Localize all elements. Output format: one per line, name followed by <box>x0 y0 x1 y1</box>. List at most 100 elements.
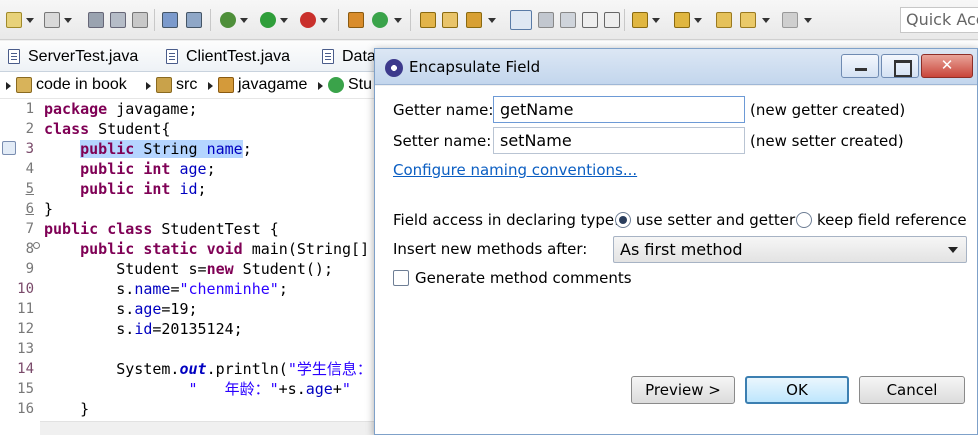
line-number: 9 <box>25 261 34 277</box>
previous-annotation-icon[interactable] <box>674 12 690 28</box>
dialog-title: Encapsulate Field <box>409 58 541 76</box>
setter-name-input[interactable]: setName <box>493 127 745 154</box>
tab-clienttest[interactable]: ClientTest.java <box>166 46 316 70</box>
toggle-mark-icon[interactable] <box>186 12 202 28</box>
forward-icon[interactable] <box>782 12 798 28</box>
use-setter-getter-radio[interactable] <box>615 212 631 228</box>
eclipse-icon <box>385 59 403 77</box>
chevron-right-icon <box>146 82 151 90</box>
breadcrumb-label: src <box>176 76 198 93</box>
line-number: 7 <box>25 221 34 237</box>
block-selection-icon[interactable] <box>560 12 576 28</box>
getter-note: (new getter created) <box>750 101 906 119</box>
next-annotation-dropdown-arrow[interactable] <box>652 16 660 24</box>
breadcrumb-src[interactable]: src <box>146 76 210 96</box>
preview-button[interactable]: Preview > <box>631 376 735 404</box>
getter-label: Getter name: <box>393 101 494 119</box>
open-task-icon[interactable] <box>442 12 458 28</box>
show-whitespace-icon[interactable] <box>582 12 598 28</box>
code-line-10: s.name="chenminhe"; <box>44 280 288 298</box>
breadcrumb-project[interactable]: code in book <box>6 76 142 96</box>
horizontal-scrollbar[interactable] <box>40 421 400 435</box>
code-line-1: package javagame; <box>44 100 198 118</box>
breadcrumb-class[interactable]: Stu <box>318 76 378 96</box>
line-number: 1 <box>25 101 34 117</box>
chevron-right-icon <box>208 82 213 90</box>
code-line-11: s.age=19; <box>44 300 198 318</box>
dialog-titlebar[interactable]: Encapsulate Field ✕ <box>375 49 977 85</box>
getter-name-input[interactable]: getName <box>493 96 745 123</box>
generate-comments-checkbox[interactable] <box>393 270 409 286</box>
search-dropdown-arrow[interactable] <box>488 16 496 24</box>
cancel-button[interactable]: Cancel <box>859 376 965 404</box>
skip-breakpoints-icon[interactable] <box>162 12 178 28</box>
new-class-icon[interactable] <box>372 12 388 28</box>
tab-data[interactable]: Data <box>322 46 382 70</box>
minimize-button[interactable] <box>841 54 879 78</box>
paragraph-icon[interactable] <box>604 12 620 28</box>
breadcrumb-label: javagame <box>238 76 308 93</box>
line-number: 4 <box>25 161 34 177</box>
save-all-icon[interactable] <box>110 12 126 28</box>
back-dropdown-arrow[interactable] <box>762 16 770 24</box>
breadcrumb-package[interactable]: javagame <box>208 76 316 96</box>
code-line-16: } <box>44 400 90 418</box>
back-icon[interactable] <box>740 12 756 28</box>
use-setter-getter-label[interactable]: use setter and getter <box>636 211 795 229</box>
search-icon[interactable] <box>466 12 482 28</box>
ok-button[interactable]: OK <box>745 376 849 404</box>
debug-dropdown-arrow[interactable] <box>240 16 248 24</box>
new-dropdown-arrow[interactable] <box>26 16 34 24</box>
previous-annotation-dropdown-arrow[interactable] <box>694 16 702 24</box>
close-button[interactable]: ✕ <box>921 54 973 78</box>
keep-field-reference-radio[interactable] <box>796 212 812 228</box>
save-icon[interactable] <box>88 12 104 28</box>
pen-icon[interactable] <box>538 12 554 28</box>
line-number-gutter: 1 2 3 4 5 6 7 8 9 10 11 12 13 14 15 16 <box>0 99 40 421</box>
line-number: 13 <box>17 341 34 357</box>
open-folder-icon[interactable] <box>420 12 436 28</box>
configure-naming-link[interactable]: Configure naming conventions... <box>393 161 637 179</box>
run-icon[interactable] <box>260 12 276 28</box>
line-number: 10 <box>17 281 34 297</box>
quick-access-input[interactable]: Quick Acc <box>900 7 978 33</box>
maximize-button[interactable] <box>881 54 919 78</box>
line-number: 5 <box>25 181 34 197</box>
breadcrumb-label: code in book <box>36 76 127 93</box>
open-type-icon[interactable] <box>44 12 60 28</box>
toggle-occurrences-icon[interactable] <box>510 10 532 30</box>
insert-after-label: Insert new methods after: <box>393 240 588 258</box>
external-tools-icon[interactable] <box>300 12 316 28</box>
keep-field-reference-label[interactable]: keep field reference <box>817 211 967 229</box>
tab-servertest[interactable]: ServerTest.java <box>8 46 158 70</box>
code-line-14: System.out.println("学生信息： <box>44 360 372 378</box>
code-line-5: public int id; <box>80 180 207 198</box>
code-line-9: Student s=new Student(); <box>44 260 333 278</box>
code-line-8: public static void main(String[] <box>80 240 370 258</box>
next-annotation-icon[interactable] <box>632 12 648 28</box>
new-package-icon[interactable] <box>348 12 364 28</box>
java-file-icon <box>8 49 20 64</box>
debug-icon[interactable] <box>220 12 236 28</box>
line-number: 14 <box>17 361 34 377</box>
forward-dropdown-arrow[interactable] <box>804 16 812 24</box>
insert-after-select[interactable]: As first method <box>613 236 967 263</box>
toolbar-separator <box>154 9 155 31</box>
generate-comments-label[interactable]: Generate method comments <box>415 269 632 287</box>
new-class-dropdown-arrow[interactable] <box>394 16 402 24</box>
toolbar-separator <box>210 9 211 31</box>
run-dropdown-arrow[interactable] <box>280 16 288 24</box>
toolbar-separator <box>338 9 339 31</box>
chevron-down-icon <box>948 247 958 253</box>
last-edit-icon[interactable] <box>716 12 732 28</box>
code-line-4: public int age; <box>80 160 216 178</box>
external-tools-dropdown-arrow[interactable] <box>320 16 328 24</box>
open-dropdown-arrow[interactable] <box>64 16 72 24</box>
tab-label: ClientTest.java <box>186 48 291 65</box>
fold-icon[interactable] <box>33 242 40 249</box>
line-number: 6 <box>25 201 34 217</box>
print-icon[interactable] <box>132 12 148 28</box>
new-icon[interactable] <box>6 12 22 28</box>
java-file-icon <box>322 49 334 64</box>
toolbar-separator <box>624 9 625 31</box>
